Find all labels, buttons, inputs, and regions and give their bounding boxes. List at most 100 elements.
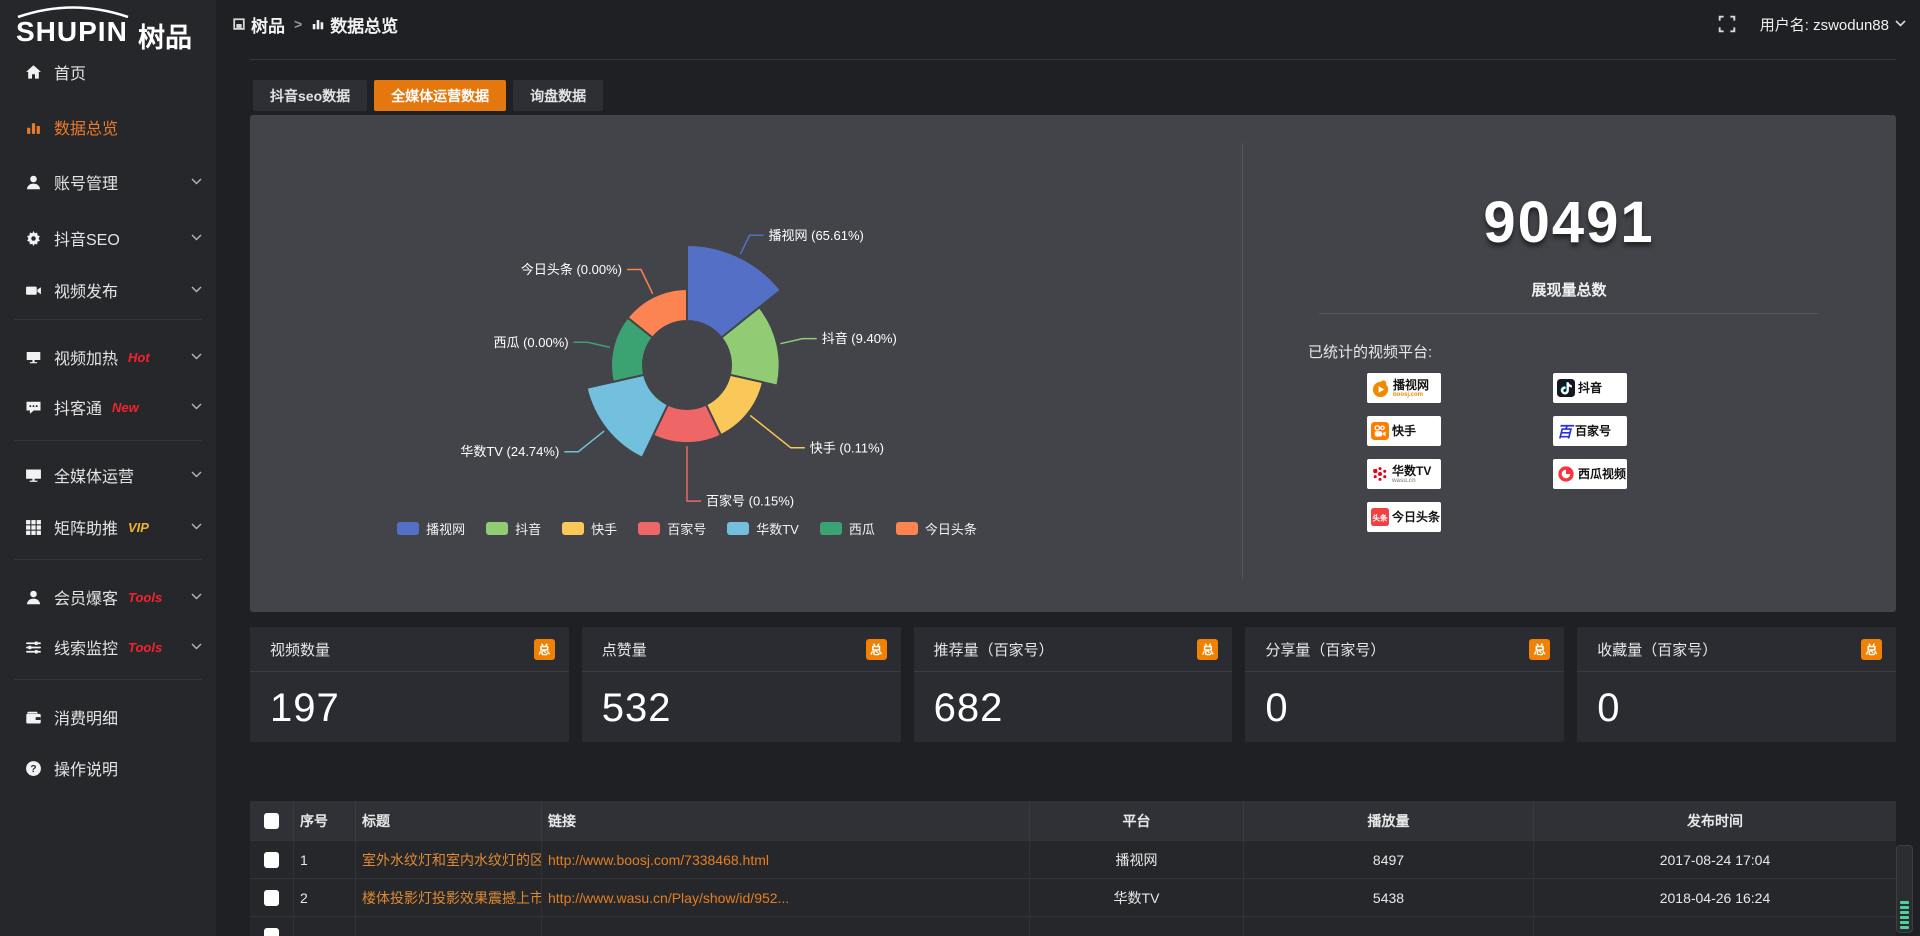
logo-text-en: SHUPIN [16, 16, 128, 48]
sidebar-divider [14, 319, 202, 320]
legend-marker [397, 522, 419, 535]
sidebar-item-10[interactable]: 线索监控Tools [0, 627, 216, 667]
tab-1[interactable]: 全媒体运营数据 [374, 80, 506, 111]
sidebar-item-6[interactable]: 抖客通New [0, 387, 216, 427]
platform-badge-toutiao: 头条今日头条 [1367, 502, 1441, 532]
legend-label: 播视网 [426, 519, 465, 538]
sidebar-item-label: 操作说明 [54, 756, 118, 780]
chat-icon [24, 398, 42, 416]
breadcrumb: 树品 > 数据总览 [232, 0, 398, 48]
app-logo[interactable]: SHUPIN 树品 [14, 4, 214, 50]
tab-2[interactable]: 询盘数据 [513, 80, 603, 111]
total-impressions-label: 展现量总数 [1242, 279, 1896, 300]
sidebar-item-7[interactable]: 全媒体运营 [0, 455, 216, 495]
pie-label: 抖音 (9.40%) [822, 331, 897, 346]
legend-label: 百家号 [667, 519, 706, 538]
platform-name: 今日头条 [1392, 511, 1440, 523]
monitor-icon [24, 466, 42, 484]
pie-label: 快手 (0.11%) [810, 440, 884, 455]
legend-item-6[interactable]: 今日头条 [896, 519, 977, 538]
cell-time: 2018-04-26 16:24 [1534, 879, 1896, 916]
sidebar-item-label: 会员爆客 [54, 585, 118, 609]
tab-0[interactable]: 抖音seo数据 [253, 80, 367, 111]
breadcrumb-separator: > [294, 16, 302, 32]
user-menu[interactable]: 用户名: zswodun88 [1760, 14, 1906, 35]
cell-no [294, 917, 356, 936]
sidebar-divider [14, 679, 202, 680]
legend-item-3[interactable]: 百家号 [638, 519, 706, 538]
legend-item-5[interactable]: 西瓜 [820, 519, 875, 538]
pie-slice[interactable] [587, 375, 668, 458]
stat-card-title: 推荐量（百家号） [934, 639, 1054, 660]
sidebar-item-9[interactable]: 会员爆客Tools [0, 577, 216, 617]
pie-label: 播视网 (65.61%) [769, 228, 864, 243]
user-icon [24, 173, 42, 191]
stat-card-title: 分享量（百家号） [1265, 639, 1385, 660]
platform-name: 西瓜视频 [1578, 468, 1626, 480]
stat-card-3: 分享量（百家号）总0 [1245, 627, 1564, 742]
gear-icon [24, 229, 42, 247]
legend-label: 西瓜 [849, 519, 875, 538]
cell-plays [1244, 917, 1534, 936]
row-checkbox[interactable] [264, 852, 279, 868]
data-tabs: 抖音seo数据全媒体运营数据询盘数据 [253, 80, 603, 111]
sidebar-item-12[interactable]: ? 操作说明 [0, 748, 216, 788]
breadcrumb-item-current[interactable]: 数据总览 [311, 12, 398, 37]
pie-label: 今日头条 (0.00%) [521, 262, 622, 277]
bars-icon [311, 17, 325, 31]
stat-card-value: 532 [582, 672, 901, 731]
cell-link[interactable]: http://www.wasu.cn/Play/show/id/952... [542, 879, 1030, 916]
sidebar-item-0[interactable]: 首页 [0, 52, 216, 92]
cell-link[interactable]: http://www.boosj.com/7338468.html [542, 841, 1030, 878]
stat-card-1: 点赞量总532 [582, 627, 901, 742]
sidebar-item-3[interactable]: 抖音SEO [0, 218, 216, 258]
column-header-1: 标题 [356, 801, 542, 840]
select-all-checkbox[interactable] [264, 813, 279, 829]
fullscreen-icon[interactable] [1718, 15, 1736, 33]
sidebar-item-1[interactable]: 数据总览 [0, 107, 216, 147]
sidebar-item-label: 视频加热 [54, 345, 118, 369]
cell-platform: 播视网 [1030, 841, 1244, 878]
sidebar-item-label: 矩阵助推 [54, 515, 118, 539]
pie-label-line [687, 446, 701, 501]
cell-title [356, 917, 542, 936]
stat-card-title: 收藏量（百家号） [1597, 639, 1717, 660]
row-checkbox-cell [250, 917, 294, 936]
svg-text:?: ? [30, 764, 36, 775]
total-badge: 总 [1861, 639, 1882, 660]
row-checkbox[interactable] [264, 890, 279, 906]
sidebar-item-label: 抖音SEO [54, 226, 120, 250]
legend-item-1[interactable]: 抖音 [486, 519, 541, 538]
sidebar-item-badge: Hot [128, 350, 150, 365]
legend-item-4[interactable]: 华数TV [727, 519, 799, 538]
scrollbar-widget[interactable] [1896, 845, 1913, 933]
cell-title[interactable]: 楼体投影灯投影效果震撼上市 [356, 879, 542, 916]
sidebar-item-2[interactable]: 账号管理 [0, 162, 216, 202]
row-checkbox[interactable] [264, 928, 279, 936]
legend-label: 今日头条 [925, 519, 977, 538]
total-badge: 总 [534, 639, 555, 660]
sidebar-item-5[interactable]: 视频加热 Hot [0, 337, 216, 377]
cell-no: 1 [294, 841, 356, 878]
stat-card-title: 点赞量 [602, 639, 647, 660]
sidebar-item-11[interactable]: 消费明细 [0, 697, 216, 737]
header-divider [250, 59, 1896, 60]
platform-name: 华数TV [1392, 465, 1431, 477]
legend-item-0[interactable]: 播视网 [397, 519, 465, 538]
breadcrumb-item-home[interactable]: 树品 [232, 12, 285, 37]
chevron-down-icon [1895, 20, 1906, 28]
breadcrumb-label: 树品 [251, 12, 285, 37]
cell-title[interactable]: 室外水纹灯和室内水纹灯的区别和简介 [356, 841, 542, 878]
pie-label: 华数TV (24.74%) [460, 444, 559, 459]
column-header-3: 平台 [1030, 801, 1244, 840]
stat-card-0: 视频数量总197 [250, 627, 569, 742]
chevron-down-icon [191, 523, 202, 531]
platform-name: 抖音 [1578, 382, 1602, 394]
svg-text:头条: 头条 [1372, 512, 1388, 522]
sidebar-item-8[interactable]: 矩阵助推VIP [0, 507, 216, 547]
legend-item-2[interactable]: 快手 [562, 519, 617, 538]
stat-card-value: 197 [250, 672, 569, 731]
legend-marker [562, 522, 584, 535]
sidebar-item-4[interactable]: 视频发布 [0, 270, 216, 310]
platform-badge-xigua: 西瓜视频 [1553, 459, 1627, 489]
